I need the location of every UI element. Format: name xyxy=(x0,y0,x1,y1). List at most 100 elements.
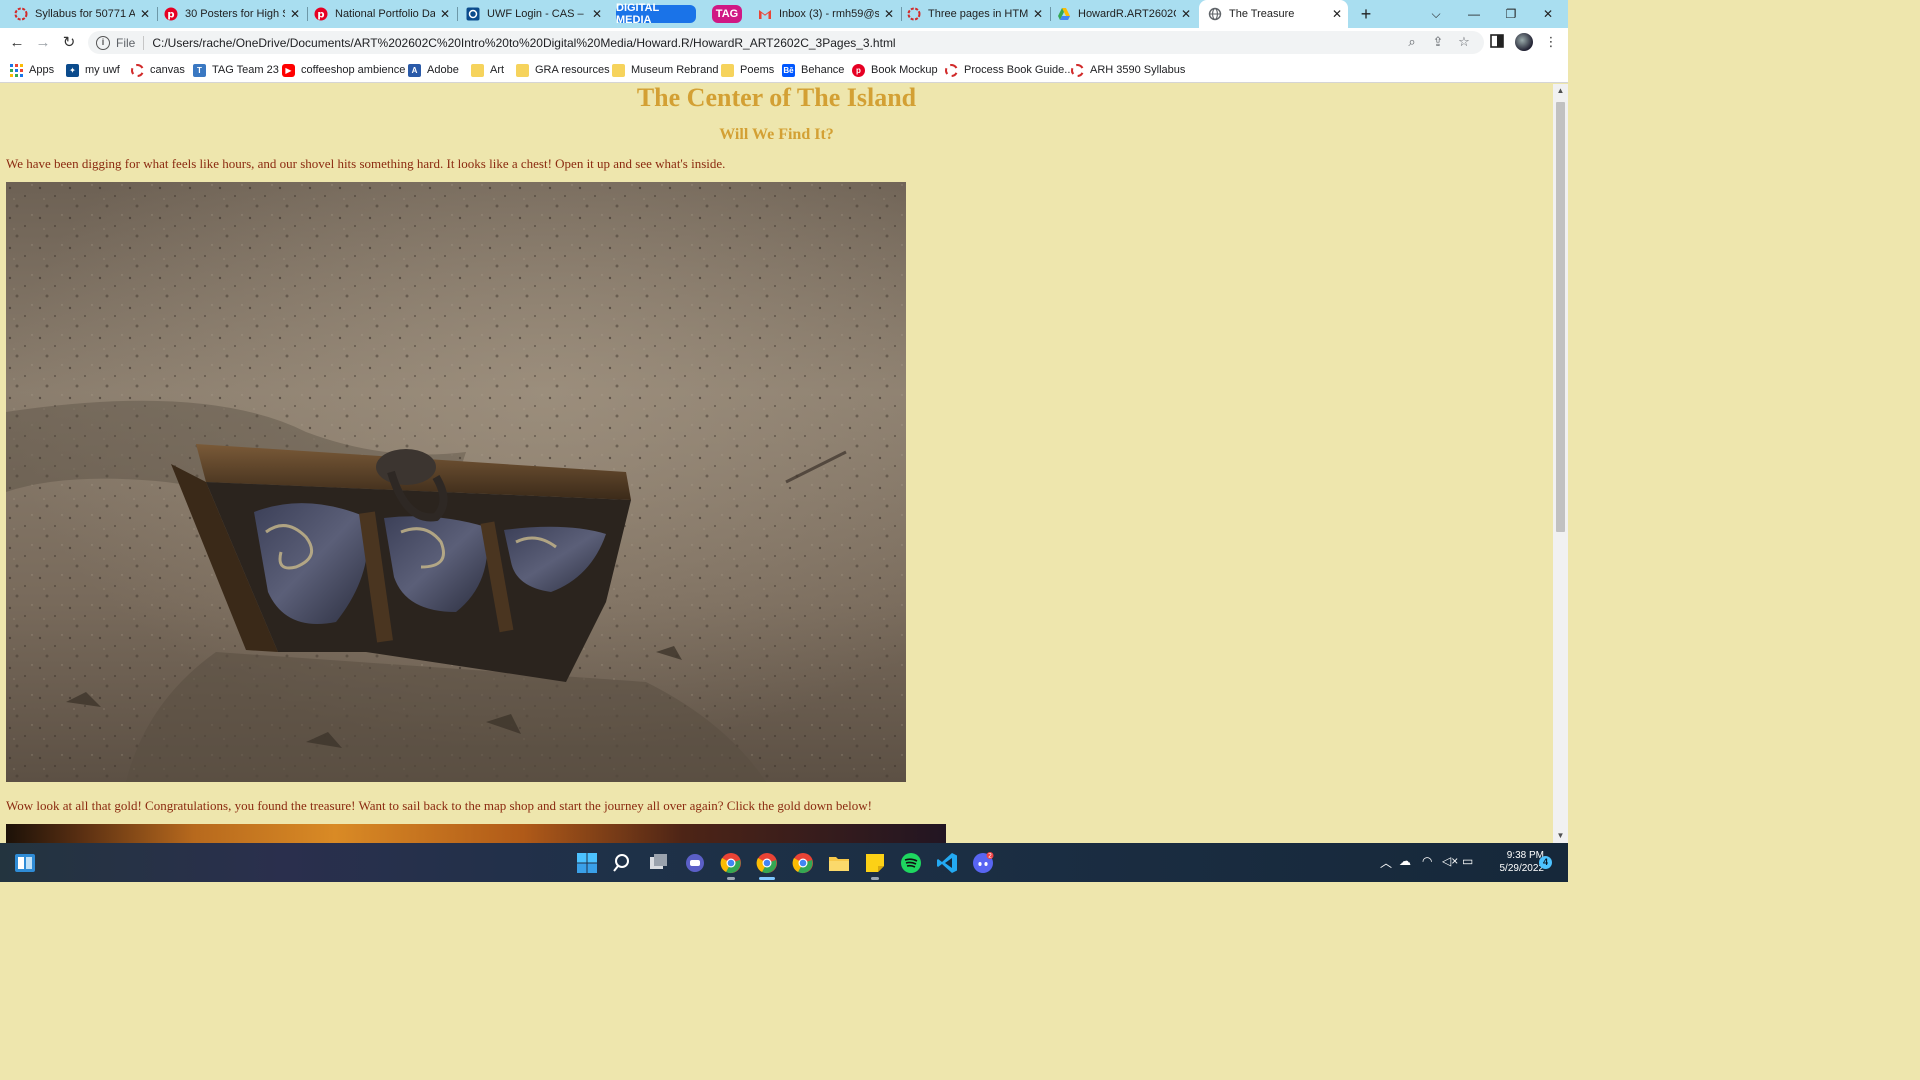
tab-drive[interactable]: HowardR.ART2602C - ✕ xyxy=(1057,0,1197,28)
bookmark-folder-gra[interactable]: GRA resources xyxy=(516,61,610,79)
close-icon[interactable]: ✕ xyxy=(1031,7,1045,21)
canvas-icon xyxy=(945,63,958,77)
bookmark-arh-syllabus[interactable]: ARH 3590 Syllabus xyxy=(1071,61,1185,79)
scroll-down-icon[interactable]: ▼ xyxy=(1553,829,1568,843)
reload-button[interactable]: ↻ xyxy=(58,32,80,54)
tab-syllabus[interactable]: Syllabus for 50771 AR ✕ xyxy=(14,0,156,28)
tab-three-pages[interactable]: Three pages in HTML ✕ xyxy=(907,0,1049,28)
scroll-up-icon[interactable]: ▲ xyxy=(1553,84,1568,98)
search-icon[interactable] xyxy=(611,851,635,875)
bookmark-canvas[interactable]: canvas xyxy=(131,61,185,79)
canvas-icon xyxy=(131,63,144,77)
tab-group-tag[interactable]: TAG xyxy=(712,5,742,23)
close-icon[interactable]: ✕ xyxy=(882,7,896,21)
close-icon[interactable]: ✕ xyxy=(1179,7,1193,21)
share-icon[interactable]: ⇪ xyxy=(1430,34,1446,50)
spotify-icon[interactable] xyxy=(899,851,923,875)
widgets-icon[interactable] xyxy=(13,851,37,875)
bookmark-behance[interactable]: Bē Behance xyxy=(782,61,844,79)
apps-grid-icon xyxy=(10,63,23,77)
tray-chevron-icon[interactable]: ︿ xyxy=(1380,854,1392,871)
battery-icon[interactable]: ▭ xyxy=(1462,854,1473,868)
side-panel-icon[interactable] xyxy=(1489,34,1505,50)
zoom-icon[interactable]: ⌕ xyxy=(1404,34,1420,50)
tab-inbox[interactable]: Inbox (3) - rmh59@stu ✕ xyxy=(758,0,900,28)
gmail-icon xyxy=(758,7,772,21)
running-indicator xyxy=(871,877,879,880)
close-icon[interactable]: ✕ xyxy=(1330,7,1344,21)
new-tab-button[interactable]: + xyxy=(1356,4,1376,24)
close-icon[interactable]: ✕ xyxy=(438,7,452,21)
wifi-icon[interactable]: ◠ xyxy=(1422,854,1432,868)
address-bar[interactable]: i File C:/Users/rache/OneDrive/Documents… xyxy=(88,31,1484,54)
tab-separator xyxy=(1050,7,1051,21)
bookmark-coffeeshop[interactable]: ▶ coffeeshop ambience xyxy=(282,61,405,79)
tab-group-digital-media[interactable]: DIGITAL MEDIA xyxy=(616,2,696,26)
tab-posters[interactable]: p 30 Posters for High Sc ✕ xyxy=(164,0,306,28)
teams-chat-icon[interactable] xyxy=(683,851,707,875)
chrome-active-icon[interactable] xyxy=(755,851,779,875)
restore-button[interactable]: ❐ xyxy=(1497,4,1525,24)
tab-portfolio-day[interactable]: p National Portfolio Day ✕ xyxy=(314,0,456,28)
discord-icon[interactable]: 2 xyxy=(971,851,995,875)
tab-uwf-login[interactable]: UWF Login - CAS – Ce ✕ xyxy=(466,0,608,28)
close-icon[interactable]: ✕ xyxy=(590,7,604,21)
notification-badge[interactable]: 4 xyxy=(1539,856,1552,869)
bookmark-folder-art[interactable]: Art xyxy=(471,61,504,79)
volume-muted-icon[interactable]: ◁× xyxy=(1442,854,1458,868)
close-window-button[interactable]: ✕ xyxy=(1534,4,1562,24)
pinterest-icon: p xyxy=(164,7,178,21)
omnibox-divider xyxy=(143,35,145,50)
adobe-icon: A xyxy=(408,63,421,77)
task-view-icon[interactable] xyxy=(647,851,671,875)
menu-kebab-icon[interactable]: ⋮ xyxy=(1543,34,1559,50)
bookmark-book-mockup[interactable]: p Book Mockup xyxy=(852,61,938,79)
tab-the-treasure[interactable]: The Treasure ✕ xyxy=(1199,0,1348,28)
forward-button[interactable]: → xyxy=(32,32,54,54)
uwf-icon xyxy=(466,7,480,21)
bookmarks-bar: Apps ✦ my uwf canvas T TAG Team 23 ▶ cof… xyxy=(0,57,1568,83)
file-explorer-icon[interactable] xyxy=(827,851,851,875)
onedrive-icon[interactable]: ☁ xyxy=(1399,854,1411,868)
start-icon[interactable] xyxy=(575,851,599,875)
bookmark-process-book[interactable]: Process Book Guide... xyxy=(945,61,1073,79)
tab-strip: Syllabus for 50771 AR ✕ p 30 Posters for… xyxy=(0,0,1568,28)
close-icon[interactable]: ✕ xyxy=(138,7,152,21)
tag-team-icon: T xyxy=(193,63,206,77)
system-clock[interactable]: 9:38 PM 5/29/2022 xyxy=(1484,849,1545,875)
svg-text:p: p xyxy=(317,10,324,21)
tab-search-chevron-icon[interactable]: ⌵ xyxy=(1422,4,1450,24)
bookmark-folder-museum[interactable]: Museum Rebrand xyxy=(612,61,718,79)
tab-separator xyxy=(307,7,308,21)
bookmark-folder-poems[interactable]: Poems xyxy=(721,61,774,79)
chrome-profile-icon[interactable] xyxy=(791,851,815,875)
page-scrollbar[interactable]: ▲ ▼ xyxy=(1553,84,1568,843)
bookmark-tag-team[interactable]: T TAG Team 23 xyxy=(193,61,279,79)
bookmark-my-uwf[interactable]: ✦ my uwf xyxy=(66,61,120,79)
chrome-icon[interactable] xyxy=(719,851,743,875)
tab-separator xyxy=(457,7,458,21)
bookmark-star-icon[interactable]: ☆ xyxy=(1456,34,1472,50)
bookmark-adobe[interactable]: A Adobe xyxy=(408,61,459,79)
canvas-icon xyxy=(14,7,28,21)
vscode-icon[interactable] xyxy=(935,851,959,875)
minimize-button[interactable]: — xyxy=(1460,4,1488,24)
sticky-notes-icon[interactable] xyxy=(863,851,887,875)
drive-icon xyxy=(1057,7,1071,21)
tab-separator xyxy=(157,7,158,21)
close-icon[interactable]: ✕ xyxy=(288,7,302,21)
avatar[interactable] xyxy=(1515,33,1533,51)
page-subtitle: Will We Find It? xyxy=(719,126,834,143)
bookmark-apps[interactable]: Apps xyxy=(10,61,54,79)
back-button[interactable]: ← xyxy=(6,32,28,54)
pinterest-icon: p xyxy=(314,7,328,21)
gold-link-image[interactable] xyxy=(6,824,946,843)
url-text[interactable]: C:/Users/rache/OneDrive/Documents/ART%20… xyxy=(152,36,895,50)
folder-icon xyxy=(516,63,529,77)
tab-separator xyxy=(901,7,902,21)
treasure-chest-image xyxy=(6,182,906,782)
scroll-thumb[interactable] xyxy=(1556,102,1565,532)
uwf-icon: ✦ xyxy=(66,63,79,77)
globe-icon xyxy=(1208,7,1222,21)
info-icon[interactable]: i xyxy=(96,35,110,50)
